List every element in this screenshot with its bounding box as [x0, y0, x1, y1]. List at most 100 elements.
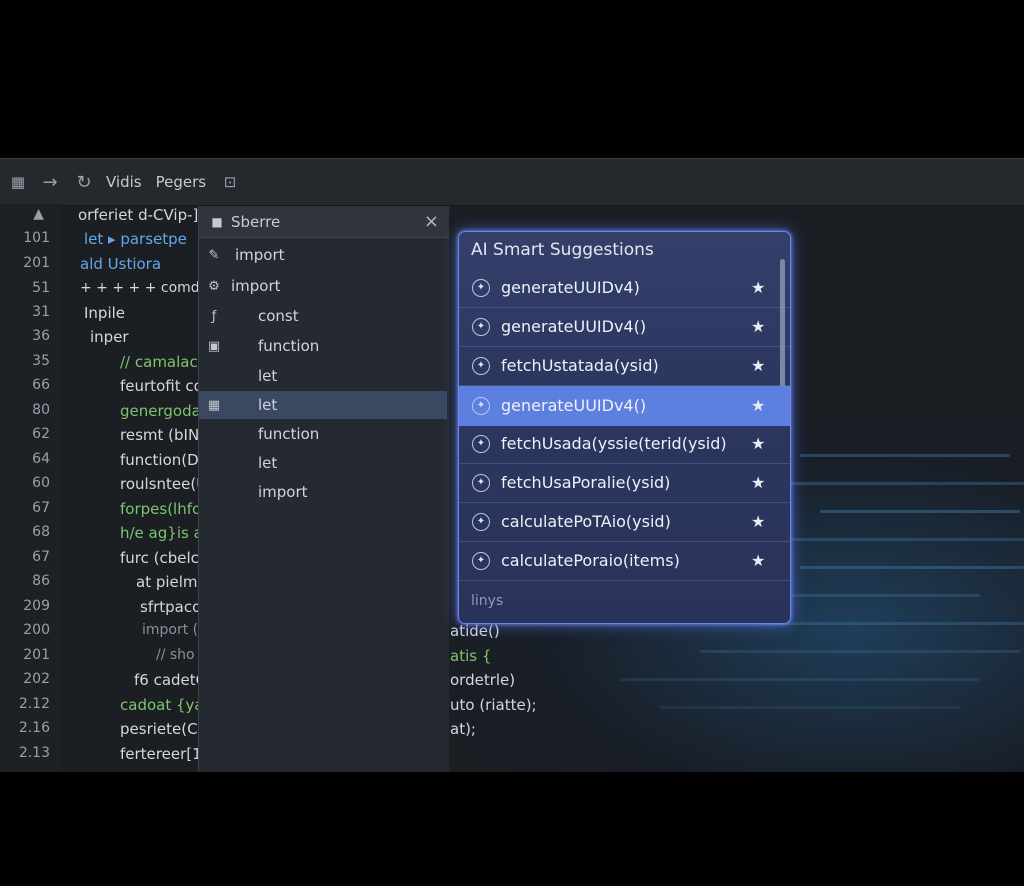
star-icon[interactable]: ★	[751, 551, 765, 570]
code-line: ald Ustiora	[80, 255, 162, 273]
suggestion-label: generateUUIDv4()	[501, 317, 647, 336]
suggestion-item[interactable]: ✦ fetchUsaPoralie(ysid) ★	[459, 463, 790, 503]
brain-icon: ✦	[472, 551, 490, 570]
code-line: sfrtpaco	[140, 598, 202, 616]
line-number-gutter: ▲ 101 201 51 31 36 35 66 80 62 64 60 67 …	[0, 204, 60, 772]
grid-menu-icon[interactable]: ▦	[8, 172, 28, 192]
line-number: 51	[32, 280, 50, 296]
brain-icon: ✦	[472, 512, 490, 531]
decorative-light-streak	[620, 678, 980, 681]
dropdown-item[interactable]: ▣ function	[199, 332, 447, 360]
star-icon[interactable]: ★	[751, 396, 765, 415]
line-number: 66	[32, 377, 50, 393]
dropdown-item-label: let	[258, 454, 278, 472]
line-number: 62	[32, 426, 50, 442]
star-icon[interactable]: ★	[751, 512, 765, 531]
suggestion-item[interactable]: ✦ generateUUIDv4) ★	[459, 268, 790, 308]
code-line: pesriete(Ct	[120, 720, 204, 738]
ai-panel-title: AI Smart Suggestions	[471, 240, 654, 260]
decorative-light-streak	[800, 566, 1024, 569]
suggestion-item[interactable]: ✦ fetchUsada(yssie(terid(ysid) ★	[459, 424, 790, 464]
code-line: orferiet d-CVip-]	[78, 206, 199, 224]
code-line: h/e ag}is at	[120, 524, 209, 542]
dropdown-item[interactable]: let	[199, 449, 447, 477]
dropdown-item-selected[interactable]: ▦ let	[199, 391, 447, 419]
star-icon[interactable]: ★	[751, 473, 765, 492]
suggestion-label: calculatePoraio(items)	[501, 551, 680, 570]
decorative-light-streak	[760, 622, 1024, 625]
code-line: fertereer[1	[120, 745, 202, 763]
line-number: 209	[23, 598, 50, 614]
dropdown-item[interactable]: import	[199, 478, 447, 506]
close-icon[interactable]: ×	[424, 211, 439, 232]
dropdown-title: Sberre	[231, 212, 281, 231]
dropdown-item-label: let	[258, 367, 278, 385]
suggestion-label: generateUUIDv4)	[501, 278, 640, 297]
dropdown-item[interactable]: function	[199, 420, 447, 448]
brain-icon: ✦	[472, 356, 490, 375]
brain-icon: ✦	[472, 473, 490, 492]
code-fragment: ordetrle)	[450, 671, 516, 689]
code-line: cadoat {ya	[120, 696, 204, 714]
toolbar-menu-pegers[interactable]: Pegers	[156, 173, 206, 191]
code-line: // sho	[156, 647, 195, 663]
dropdown-item[interactable]: ⚙ import	[199, 272, 447, 300]
star-icon[interactable]: ★	[751, 434, 765, 453]
suggestion-item-selected[interactable]: ✦ generateUUIDv4() ★	[459, 386, 790, 426]
line-number: 2.12	[18, 696, 50, 712]
code-line: import (	[142, 622, 199, 638]
dropdown-item[interactable]: ✎ import	[199, 241, 447, 269]
suggestion-label: fetchUsada(yssie(terid(ysid)	[501, 434, 727, 453]
line-number: 60	[32, 475, 50, 491]
star-icon[interactable]: ★	[751, 317, 765, 336]
line-number: 200	[23, 622, 50, 638]
star-icon[interactable]: ★	[751, 278, 765, 297]
decorative-light-streak	[760, 482, 1024, 485]
suggestion-label: calculatePoTAio(ysid)	[501, 512, 671, 531]
decorative-light-streak	[820, 510, 1020, 513]
decorative-light-streak	[700, 650, 1020, 653]
code-line: at pielm	[136, 573, 198, 591]
toolbar-menu-vidis[interactable]: Vidis	[106, 173, 142, 191]
line-number: 2.13	[18, 745, 50, 761]
decorative-light-streak	[800, 454, 1010, 457]
dropdown-item-label: const	[258, 307, 299, 325]
dropdown-item[interactable]: let	[199, 362, 447, 390]
dropdown-item[interactable]: ƒ const	[199, 302, 447, 330]
code-fragment: atide()	[450, 622, 500, 640]
dropdown-item-label: let	[258, 396, 278, 414]
ai-panel-footer: linys	[471, 593, 504, 609]
code-fragment: at);	[450, 720, 476, 738]
ai-suggestions-panel[interactable]: AI Smart Suggestions ✦ generateUUIDv4) ★…	[458, 231, 791, 624]
symbol-dropdown[interactable]: ■ Sberre × ✎ import ⚙ import ƒ const ▣ f…	[198, 206, 449, 772]
refresh-icon[interactable]: ↻	[74, 172, 94, 193]
line-number: 36	[32, 328, 50, 344]
suggestion-item[interactable]: ✦ calculatePoraio(items) ★	[459, 541, 790, 581]
line-number: 202	[23, 671, 50, 687]
line-number: 64	[32, 451, 50, 467]
code-line: feurtofit co	[120, 377, 203, 395]
star-icon[interactable]: ★	[751, 356, 765, 375]
function-icon: ƒ	[211, 308, 217, 324]
code-line: + + + + + comdic	[80, 280, 212, 296]
decorative-light-streak	[660, 706, 960, 709]
panel-toggle-icon[interactable]: ⊡	[220, 172, 240, 192]
line-number: 80	[32, 402, 50, 418]
suggestion-item[interactable]: ✦ calculatePoTAio(ysid) ★	[459, 502, 790, 542]
arrow-forward-icon[interactable]: →	[40, 172, 60, 193]
brain-icon: ✦	[472, 434, 490, 453]
pencil-icon: ✎	[208, 247, 220, 263]
file-icon: ■	[211, 214, 223, 229]
line-number: 67	[32, 549, 50, 565]
gear-icon: ⚙	[208, 278, 220, 294]
code-line: forpes(lhfo	[120, 500, 202, 518]
suggestion-item[interactable]: ✦ generateUUIDv4() ★	[459, 307, 790, 347]
line-number: 35	[32, 353, 50, 369]
line-number: 67	[32, 500, 50, 516]
suggestion-label: fetchUsaPoralie(ysid)	[501, 473, 671, 492]
line-number: 2.16	[18, 720, 50, 736]
line-number: 31	[32, 304, 50, 320]
dropdown-item-label: import	[258, 483, 308, 501]
gutter-arrow-icon: ▲	[33, 206, 44, 222]
suggestion-item[interactable]: ✦ fetchUstatada(ysid) ★	[459, 346, 790, 386]
